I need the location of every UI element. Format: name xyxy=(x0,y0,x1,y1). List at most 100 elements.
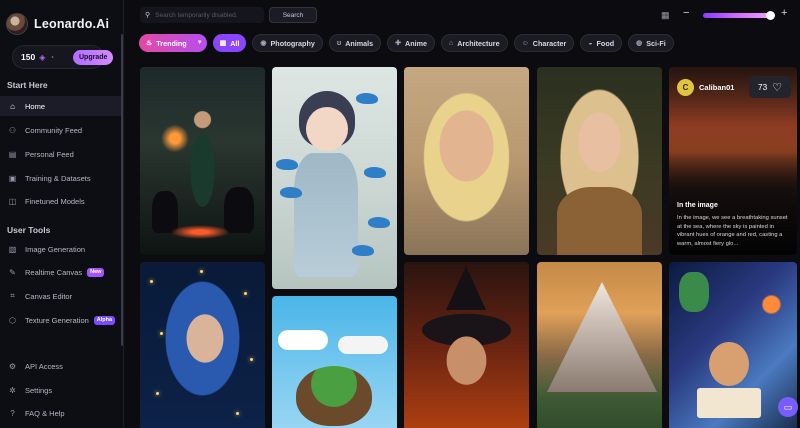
camera-icon: ◉ xyxy=(260,40,267,47)
image-detail xyxy=(557,187,642,255)
image-detail xyxy=(278,330,328,350)
sidebar-item-personal-feed[interactable]: ▤ Personal Feed xyxy=(0,144,123,164)
sidebar-scrollbar[interactable] xyxy=(121,34,123,346)
help-icon: ? xyxy=(10,408,15,418)
search-input[interactable] xyxy=(155,11,260,19)
image-detail xyxy=(156,392,159,395)
image-detail xyxy=(364,167,386,178)
sidebar-item-label: Community Feed xyxy=(25,125,83,135)
gallery-image-floating-island[interactable] xyxy=(272,296,397,428)
sidebar-item-training-datasets[interactable]: ▣ Training & Datasets xyxy=(0,168,123,188)
filter-label: Animals xyxy=(345,38,374,48)
sidebar: Leonardo.Ai 150 ◈ ◔ Upgrade Start Here ⌂… xyxy=(0,0,124,428)
image-detail xyxy=(200,270,203,273)
image-detail xyxy=(236,412,239,415)
filter-label: Character xyxy=(532,38,567,48)
gallery-image-hooded-woman[interactable] xyxy=(140,262,265,428)
gallery-image-golden-dress-portrait[interactable] xyxy=(537,67,662,255)
filter-all[interactable]: ▦ All xyxy=(212,34,247,52)
zoom-in-icon[interactable]: + xyxy=(781,7,787,19)
sidebar-item-label: Canvas Editor xyxy=(25,291,73,301)
clock-icon: ◔ xyxy=(49,52,55,62)
sidebar-item-texture-generation[interactable]: ⬡ Texture Generation Alpha xyxy=(0,310,123,330)
heart-icon: ♡ xyxy=(772,81,783,94)
home-icon: ⌂ xyxy=(10,101,15,111)
image-detail xyxy=(338,336,388,354)
filter-label: Architecture xyxy=(457,38,500,48)
image-detail xyxy=(697,388,761,418)
food-icon: ◒ xyxy=(588,39,593,47)
chat-support-button[interactable]: ▭ xyxy=(778,397,798,417)
image-author[interactable]: C Caliban01 xyxy=(677,79,734,96)
image-detail xyxy=(294,153,358,277)
sidebar-item-api-access[interactable]: ⚙ API Access xyxy=(0,356,123,376)
image-detail xyxy=(250,358,253,361)
gallery-image-sunset-sea[interactable]: C Caliban01 73 ♡ In the image In the ima… xyxy=(669,67,797,255)
avatar: C xyxy=(677,79,694,96)
image-detail xyxy=(709,342,749,386)
gallery-image-witch[interactable] xyxy=(404,262,529,428)
section-user-tools: User Tools xyxy=(7,225,51,235)
sidebar-item-label: Home xyxy=(25,101,46,111)
sidebar-item-realtime-canvas[interactable]: ✎ Realtime Canvas New xyxy=(0,262,123,282)
sidebar-item-faq-help[interactable]: ? FAQ & Help xyxy=(0,403,123,423)
sidebar-item-image-generation[interactable]: ▧ Image Generation xyxy=(0,239,123,259)
sidebar-item-community-feed[interactable]: ⚇ Community Feed xyxy=(0,120,123,140)
filter-sci-fi[interactable]: ◍ Sci-Fi xyxy=(628,34,674,52)
app-logo[interactable]: Leonardo.Ai xyxy=(6,13,109,35)
sidebar-item-label: Image Generation xyxy=(25,244,86,254)
search-button[interactable]: Search xyxy=(269,7,317,23)
image-caption-description: In the image, we see a breathtaking suns… xyxy=(677,215,788,247)
section-start-here: Start Here xyxy=(7,80,48,90)
zoom-out-icon[interactable]: − xyxy=(683,7,689,19)
like-button[interactable]: 73 ♡ xyxy=(749,76,791,98)
model-icon: ◫ xyxy=(8,196,17,206)
gallery-image-dark-sorceress[interactable] xyxy=(140,67,265,255)
filter-label: Trending xyxy=(156,38,187,48)
gallery-image-girl-with-birds[interactable] xyxy=(272,67,397,289)
filter-photography[interactable]: ◉ Photography xyxy=(252,34,323,52)
sidebar-item-label: Finetuned Models xyxy=(25,196,85,206)
gear-icon: ✲ xyxy=(9,385,16,395)
image-detail xyxy=(160,332,163,335)
sidebar-item-home[interactable]: ⌂ Home xyxy=(0,96,123,116)
sidebar-item-label: Personal Feed xyxy=(25,149,74,159)
filter-character[interactable]: ☺ Character xyxy=(513,34,575,52)
filter-trending[interactable]: ♨ Trending ▼ xyxy=(139,34,207,52)
planet-icon: ◍ xyxy=(636,40,643,47)
dataset-icon: ▣ xyxy=(8,173,17,183)
image-detail xyxy=(679,272,709,312)
search-icon: ⚲ xyxy=(145,12,151,19)
texture-icon: ⬡ xyxy=(9,315,16,325)
sidebar-item-canvas-editor[interactable]: ⌗ Canvas Editor xyxy=(0,286,123,306)
feed-icon: ▤ xyxy=(8,149,17,159)
filter-animals[interactable]: ʊ Animals xyxy=(328,34,382,52)
api-icon: ⚙ xyxy=(8,361,17,371)
filter-anime[interactable]: ✚ Anime xyxy=(387,34,436,52)
zoom-slider[interactable] xyxy=(703,13,773,18)
sidebar-item-label: Realtime Canvas xyxy=(25,267,83,277)
sparkle-icon: ✚ xyxy=(395,40,402,47)
token-count: 150 xyxy=(21,52,36,62)
chat-icon: ▭ xyxy=(783,401,793,412)
filter-architecture[interactable]: ⌂ Architecture xyxy=(441,34,508,52)
gallery-image-mountains[interactable] xyxy=(537,262,662,428)
sidebar-item-finetuned-models[interactable]: ◫ Finetuned Models xyxy=(0,191,123,211)
image-detail xyxy=(244,292,247,295)
image-detail xyxy=(356,93,378,104)
upgrade-button[interactable]: Upgrade xyxy=(73,50,114,65)
token-balance: 150 ◈ ◔ Upgrade xyxy=(12,45,114,69)
image-detail xyxy=(547,282,657,392)
token-icon: ◈ xyxy=(39,52,46,62)
zoom-slider-handle[interactable] xyxy=(766,11,775,20)
image-detail xyxy=(368,217,390,228)
image-detail xyxy=(446,266,486,310)
filter-food[interactable]: ◒ Food xyxy=(580,34,623,52)
grid-view-icon[interactable]: ▦ xyxy=(661,10,670,21)
sidebar-item-label: Texture Generation xyxy=(25,315,89,325)
image-detail xyxy=(150,280,153,283)
sidebar-item-settings[interactable]: ✲ Settings xyxy=(0,380,123,400)
image-detail xyxy=(170,225,230,239)
gallery-image-blonde-portrait[interactable] xyxy=(404,67,529,255)
category-filters: ♨ Trending ▼ ▦ All ◉ Photography ʊ Anima… xyxy=(139,34,674,52)
